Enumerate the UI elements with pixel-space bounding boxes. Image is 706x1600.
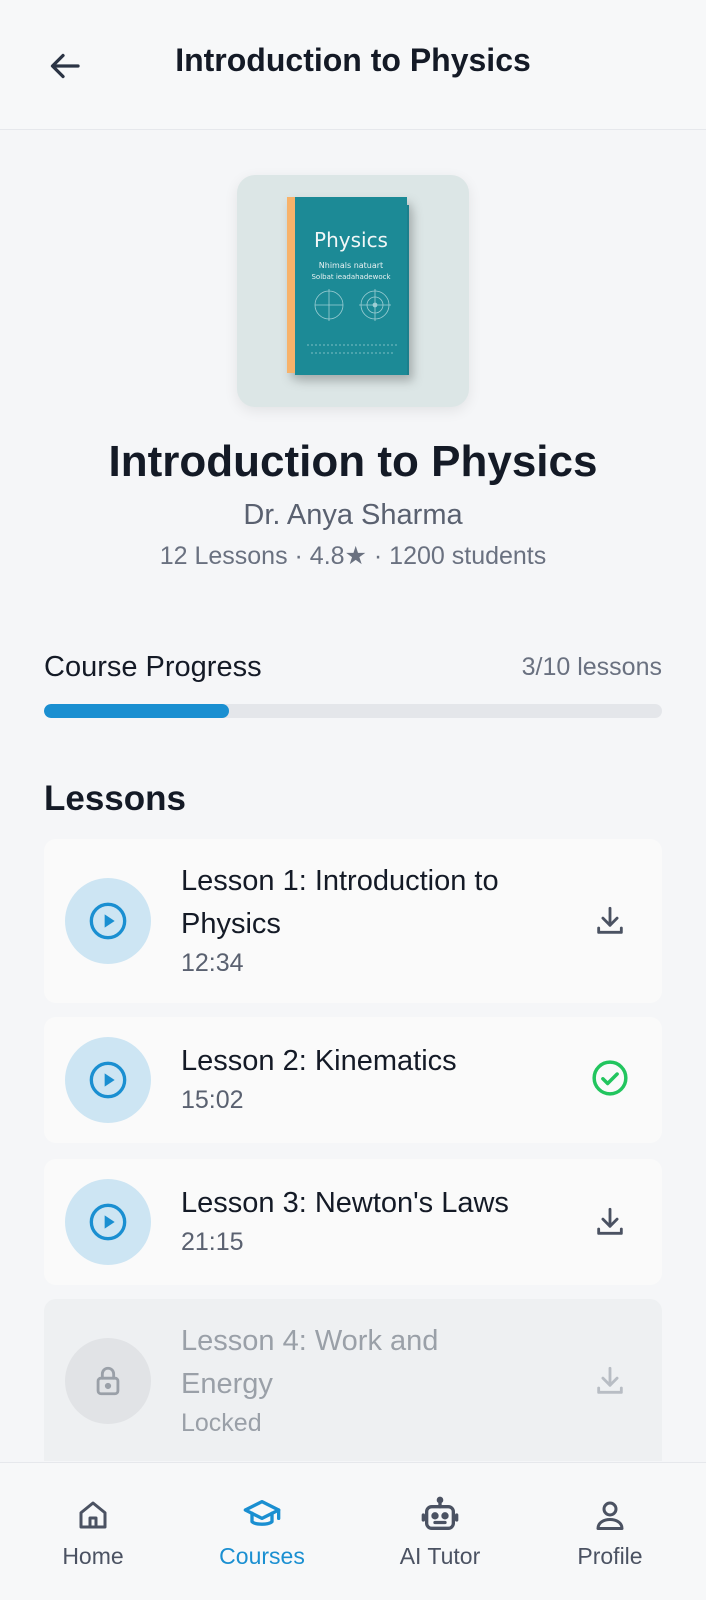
lock-badge xyxy=(65,1338,151,1424)
play-icon xyxy=(89,1061,127,1099)
lesson-item[interactable]: Lesson 3: Newton's Laws 21:15 xyxy=(44,1159,662,1285)
course-meta: 12 Lessons · 4.8★ · 1200 students xyxy=(159,542,547,570)
course-cover-image: Physics Nhimals natuart Solbat ieadahade… xyxy=(237,175,469,407)
nav-courses[interactable]: Courses xyxy=(174,1463,350,1600)
download-button[interactable] xyxy=(588,1200,632,1244)
book-cover-subtitle-2: Solbat ieadahadewock xyxy=(311,273,391,281)
course-title: Introduction to Physics xyxy=(108,437,598,486)
home-icon xyxy=(73,1495,113,1535)
play-button[interactable] xyxy=(65,1037,151,1123)
nav-ai-tutor-label: AI Tutor xyxy=(399,1543,481,1569)
download-button-disabled xyxy=(588,1359,632,1403)
book-cover-title: Physics xyxy=(314,228,388,252)
lessons-heading: Lessons xyxy=(44,779,186,818)
user-icon xyxy=(590,1495,630,1535)
robot-icon xyxy=(420,1495,460,1535)
top-app-bar: Introduction to Physics xyxy=(0,0,706,130)
nav-profile-label: Profile xyxy=(577,1543,643,1569)
nav-home[interactable]: Home xyxy=(5,1463,181,1600)
nav-home-label: Home xyxy=(62,1543,124,1569)
lesson-duration: 12:34 xyxy=(181,949,244,977)
lesson-locked-label: Locked xyxy=(181,1409,262,1437)
nav-ai-tutor[interactable]: AI Tutor xyxy=(352,1463,528,1600)
play-icon xyxy=(89,1203,127,1241)
lesson-title: Lesson 1: Introduction to xyxy=(181,865,499,897)
lesson-item[interactable]: Lesson 2: Kinematics 15:02 xyxy=(44,1017,662,1143)
lesson-title: Lesson 4: Work and xyxy=(181,1325,439,1357)
lesson-title: Lesson 3: Newton's Laws xyxy=(181,1187,509,1219)
lesson-item[interactable]: Lesson 1: Introduction to Physics 12:34 xyxy=(44,839,662,1003)
physics-book-illustration: Physics Nhimals natuart Solbat ieadahade… xyxy=(287,197,409,375)
lesson-title: Lesson 2: Kinematics xyxy=(181,1045,457,1077)
progress-bar xyxy=(44,704,662,718)
play-button[interactable] xyxy=(65,1179,151,1265)
lesson-title-line2: Energy xyxy=(181,1368,273,1400)
lesson-title-line2: Physics xyxy=(181,908,281,940)
graduation-cap-icon xyxy=(242,1495,282,1535)
nav-courses-label: Courses xyxy=(219,1543,305,1569)
play-icon xyxy=(89,902,127,940)
download-button[interactable] xyxy=(588,899,632,943)
lock-icon xyxy=(96,1366,120,1396)
play-button[interactable] xyxy=(65,878,151,964)
nav-profile[interactable]: Profile xyxy=(522,1463,698,1600)
download-icon xyxy=(597,1366,623,1394)
course-instructor: Dr. Anya Sharma xyxy=(243,499,463,531)
progress-count: 3/10 lessons xyxy=(521,653,662,681)
book-cover-subtitle-1: Nhimals natuart xyxy=(319,261,383,270)
completed-status xyxy=(588,1056,632,1100)
progress-label: Course Progress xyxy=(44,651,262,683)
page-title: Introduction to Physics xyxy=(175,42,531,78)
check-circle-icon xyxy=(592,1060,628,1096)
bottom-navigation: Home Courses AI Tutor Profile xyxy=(0,1462,706,1600)
lesson-duration: 15:02 xyxy=(181,1086,244,1114)
lesson-duration: 21:15 xyxy=(181,1228,244,1256)
progress-bar-fill xyxy=(44,704,230,718)
download-icon xyxy=(597,906,623,934)
download-icon xyxy=(597,1207,623,1235)
lesson-item-locked[interactable]: Lesson 4: Work and Energy Locked xyxy=(44,1299,662,1461)
course-detail-content[interactable]: Physics Nhimals natuart Solbat ieadahade… xyxy=(0,131,706,1461)
